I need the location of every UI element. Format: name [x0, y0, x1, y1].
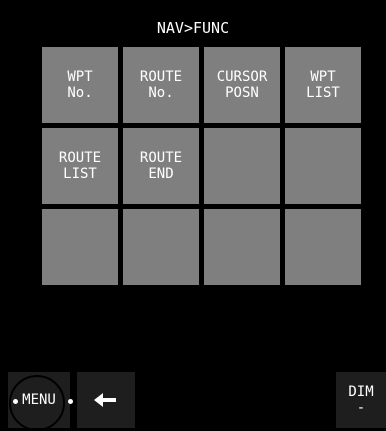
route-no-key[interactable]: ROUTE No.	[123, 47, 199, 123]
menu-dot-right-icon	[68, 399, 73, 404]
empty-key-7[interactable]	[204, 128, 280, 204]
page-title: NAV>FUNC	[156, 19, 230, 37]
route-list-key[interactable]: ROUTE LIST	[42, 128, 118, 204]
wpt-list-key[interactable]: WPT LIST	[285, 47, 361, 123]
empty-key-12[interactable]	[285, 209, 361, 285]
dim-button[interactable]: DIM -	[336, 372, 386, 428]
cursor-posn-key[interactable]: CURSOR POSN	[204, 47, 280, 123]
route-end-key[interactable]: ROUTE END	[123, 128, 199, 204]
dim-value: -	[356, 400, 366, 416]
arrow-left-icon	[94, 393, 116, 407]
function-key-grid: WPT No. ROUTE No. CURSOR POSN WPT LIST R…	[42, 47, 361, 285]
wpt-no-key[interactable]: WPT No.	[42, 47, 118, 123]
empty-key-9[interactable]	[42, 209, 118, 285]
empty-key-11[interactable]	[204, 209, 280, 285]
menu-dot-left-icon	[13, 399, 18, 404]
back-button[interactable]	[77, 372, 135, 428]
dim-label: DIM	[348, 384, 374, 400]
empty-key-10[interactable]	[123, 209, 199, 285]
empty-key-8[interactable]	[285, 128, 361, 204]
menu-label: MENU	[22, 392, 56, 408]
menu-button[interactable]: MENU	[8, 372, 73, 431]
